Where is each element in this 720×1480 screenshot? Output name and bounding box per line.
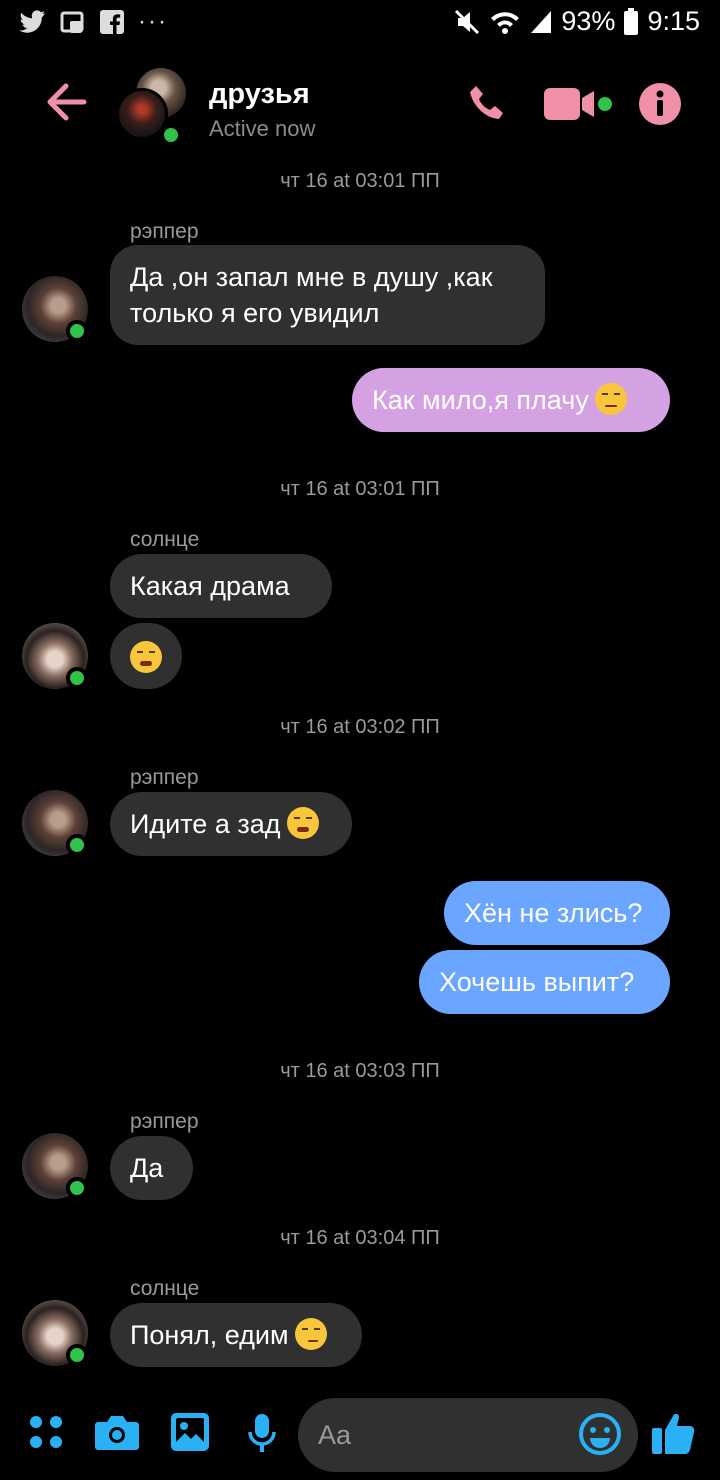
timestamp: чт 16 at 03:01 ПП [280,478,440,500]
thumbs-up-icon[interactable] [650,1408,698,1463]
sender-name: солнце [130,1277,200,1300]
message-text: Понял, едим [130,1320,289,1350]
incoming-message[interactable]: Да [110,1136,193,1200]
message-input-placeholder: Aa [318,1420,352,1450]
incoming-message[interactable]: Понял, едим [110,1303,362,1367]
online-indicator [66,320,88,342]
online-indicator [66,1177,88,1199]
chat-header: друзья Active now [0,60,720,152]
portfolio-icon [60,9,86,35]
message-input[interactable]: Aa [298,1398,638,1472]
timestamp: чт 16 at 03:04 ПП [280,1227,440,1249]
timestamp: чт 16 at 03:03 ПП [280,1060,440,1082]
phone-call-icon[interactable] [466,82,510,131]
online-indicator [160,124,182,146]
video-call-icon[interactable] [544,82,614,131]
facebook-icon [100,10,124,34]
timestamp: чт 16 at 03:01 ПП [280,170,440,192]
sender-name: рэппер [130,220,199,243]
back-arrow-icon[interactable] [44,82,88,127]
twitter-icon [18,10,46,34]
tired-face-emoji-icon [286,807,319,839]
status-bar: ··· 93% 9:15 [0,0,720,48]
sender-name: солнце [130,528,200,551]
outgoing-message[interactable]: Хён не злись? [444,881,670,945]
emoji-picker-icon[interactable] [578,1412,622,1461]
wifi-icon [489,8,521,36]
online-indicator [66,834,88,856]
sender-name: рэппер [130,766,199,789]
composer-bar: Aa [0,1396,720,1480]
outgoing-message[interactable]: Хочешь выпит? [419,950,670,1014]
camera-icon[interactable] [94,1412,140,1457]
signal-icon [529,9,553,35]
group-avatar[interactable] [116,68,188,146]
tired-face-emoji-icon [130,641,162,673]
message-text: Как мило,я плачу [372,385,589,415]
info-icon[interactable] [638,82,682,131]
microphone-icon[interactable] [246,1412,278,1459]
incoming-message[interactable]: Какая драма [110,554,332,618]
smirk-emoji-icon [294,1318,327,1350]
online-indicator [66,667,88,689]
battery-percent: 93% [561,6,616,36]
timestamp: чт 16 at 03:02 ПП [280,716,440,738]
incoming-emoji-message[interactable] [110,623,182,689]
online-indicator [66,1344,88,1366]
mute-icon [453,8,481,36]
more-notifications-icon: ··· [138,8,168,35]
more-options-icon[interactable] [28,1412,64,1457]
message-text: Идите а зад [130,809,281,839]
gallery-icon[interactable] [170,1412,210,1457]
outgoing-message[interactable]: Как мило,я плачу [352,368,670,432]
battery-icon [623,7,639,36]
sender-name: рэппер [130,1110,199,1133]
active-status: Active now [209,116,316,141]
incoming-message[interactable]: Да ,он запал мне в душу ,как только я ег… [110,245,545,345]
incoming-message[interactable]: Идите а зад [110,792,352,856]
clock: 9:15 [647,6,700,36]
chat-title[interactable]: друзья [209,78,310,111]
sad-sweat-emoji-icon [594,383,627,415]
